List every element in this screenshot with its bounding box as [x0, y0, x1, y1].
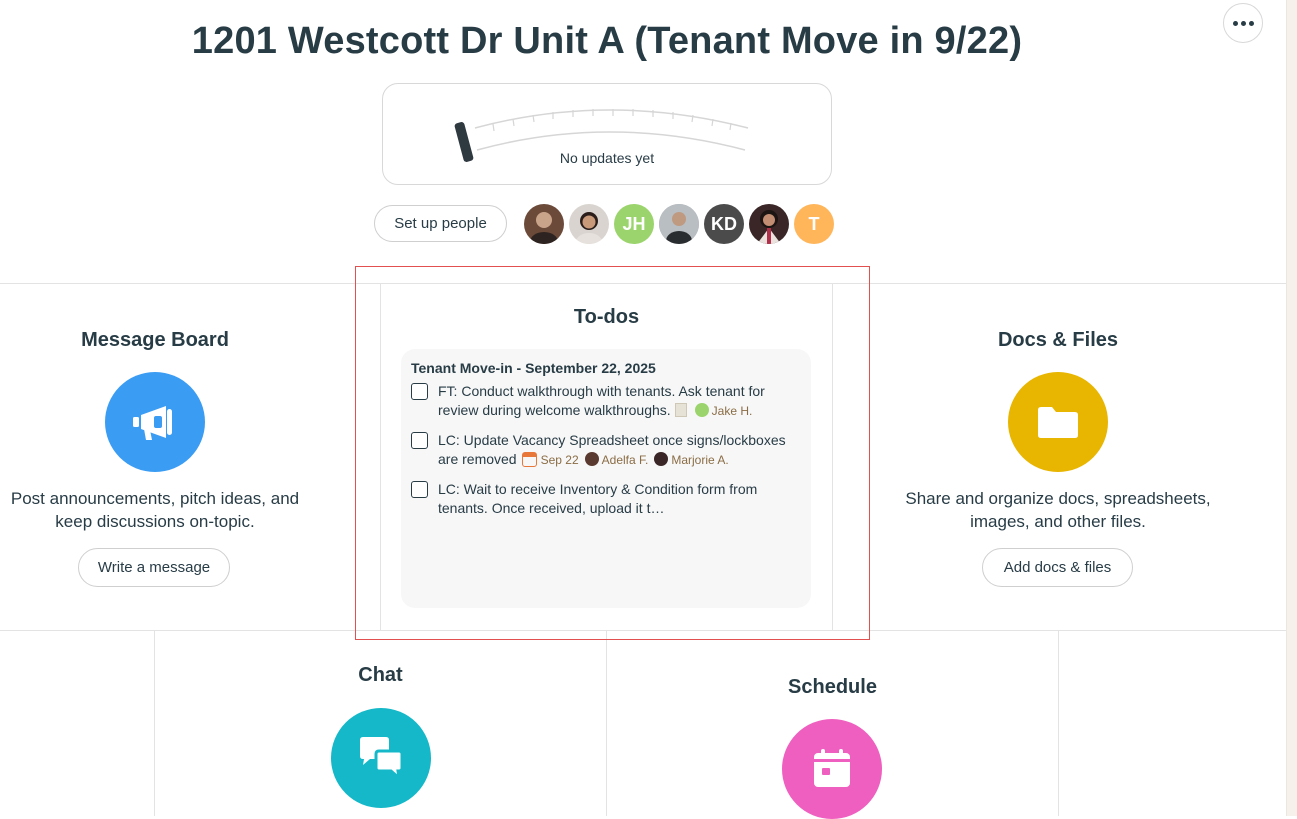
message-board-description: Post announcements, pitch ideas, and kee…: [10, 489, 300, 531]
avatar[interactable]: [659, 204, 699, 244]
grid-divider: [606, 630, 607, 816]
todo-text[interactable]: LC: Update Vacancy Spreadsheet once sign…: [438, 431, 808, 470]
assignee-avatar-icon: [654, 452, 669, 466]
avatar-t[interactable]: T: [794, 204, 834, 244]
person-photo-icon: [659, 204, 699, 244]
hill-chart-gauge: [454, 109, 749, 162]
docs-files-title[interactable]: Docs & Files: [903, 329, 1213, 352]
chat-bubbles-icon: [360, 737, 404, 780]
hill-chart-status: No updates yet: [559, 150, 655, 166]
assignee-avatar-icon: [584, 452, 599, 466]
calendar-icon: [814, 749, 850, 787]
todo-assignee: Jake H.: [711, 404, 753, 418]
hill-chart[interactable]: No updates yet: [382, 83, 832, 185]
dot-icon: [1248, 20, 1254, 26]
grid-divider: [154, 630, 155, 816]
todos-title[interactable]: To-dos: [381, 306, 832, 329]
avatar[interactable]: [749, 204, 789, 244]
todo-text[interactable]: LC: Wait to receive Inventory & Conditio…: [438, 480, 808, 518]
avatar-kd[interactable]: KD: [704, 204, 744, 244]
todo-due-date: Sep 22: [540, 453, 579, 467]
grid-divider: [1058, 630, 1059, 816]
avatar[interactable]: [524, 204, 564, 244]
right-edge-strip: [1286, 0, 1297, 816]
chat-title[interactable]: Chat: [155, 664, 606, 687]
schedule-title[interactable]: Schedule: [607, 676, 1058, 699]
dot-icon: [1232, 20, 1238, 26]
add-docs-button[interactable]: Add docs & files: [982, 548, 1133, 587]
message-board-title[interactable]: Message Board: [0, 329, 310, 352]
set-up-people-button[interactable]: Set up people: [374, 205, 507, 242]
megaphone-icon: [133, 406, 172, 440]
todo-assignee: Adelfa F.: [601, 453, 649, 467]
todo-checkbox[interactable]: [411, 432, 428, 449]
project-title: 1201 Westcott Dr Unit A (Tenant Move in …: [191, 20, 1023, 62]
docs-files-tile[interactable]: [1008, 372, 1108, 472]
avatar[interactable]: [569, 204, 609, 244]
person-photo-icon: [576, 212, 602, 244]
person-photo-icon: [530, 212, 558, 244]
calendar-icon: [521, 452, 537, 467]
todo-checkbox[interactable]: [411, 481, 428, 498]
avatar-jh[interactable]: JH: [614, 204, 654, 244]
avatar-initials: JH: [622, 213, 646, 234]
avatar-initials: T: [808, 213, 820, 234]
chat-tile[interactable]: [331, 708, 431, 808]
dot-icon: [1240, 20, 1246, 26]
assignee-avatar-icon: [694, 403, 709, 417]
avatar-initials: KD: [711, 213, 737, 234]
message-board-tile[interactable]: [105, 372, 205, 472]
todos-card[interactable]: Tenant Move-in - September 22, 2025 FT: …: [401, 349, 811, 608]
more-options-button[interactable]: [1223, 3, 1263, 43]
docs-files-description: Share and organize docs, spreadsheets, i…: [905, 489, 1211, 531]
write-message-button[interactable]: Write a message: [78, 548, 230, 587]
notes-icon: [674, 403, 687, 417]
person-photo-icon: [757, 210, 781, 244]
todo-list-title[interactable]: Tenant Move-in - September 22, 2025: [411, 360, 656, 376]
schedule-tile[interactable]: [782, 719, 882, 819]
todo-text[interactable]: FT: Conduct walkthrough with tenants. As…: [438, 382, 808, 421]
todo-assignee: Marjorie A.: [671, 453, 729, 467]
folder-icon: [1038, 407, 1078, 438]
todo-checkbox[interactable]: [411, 383, 428, 400]
